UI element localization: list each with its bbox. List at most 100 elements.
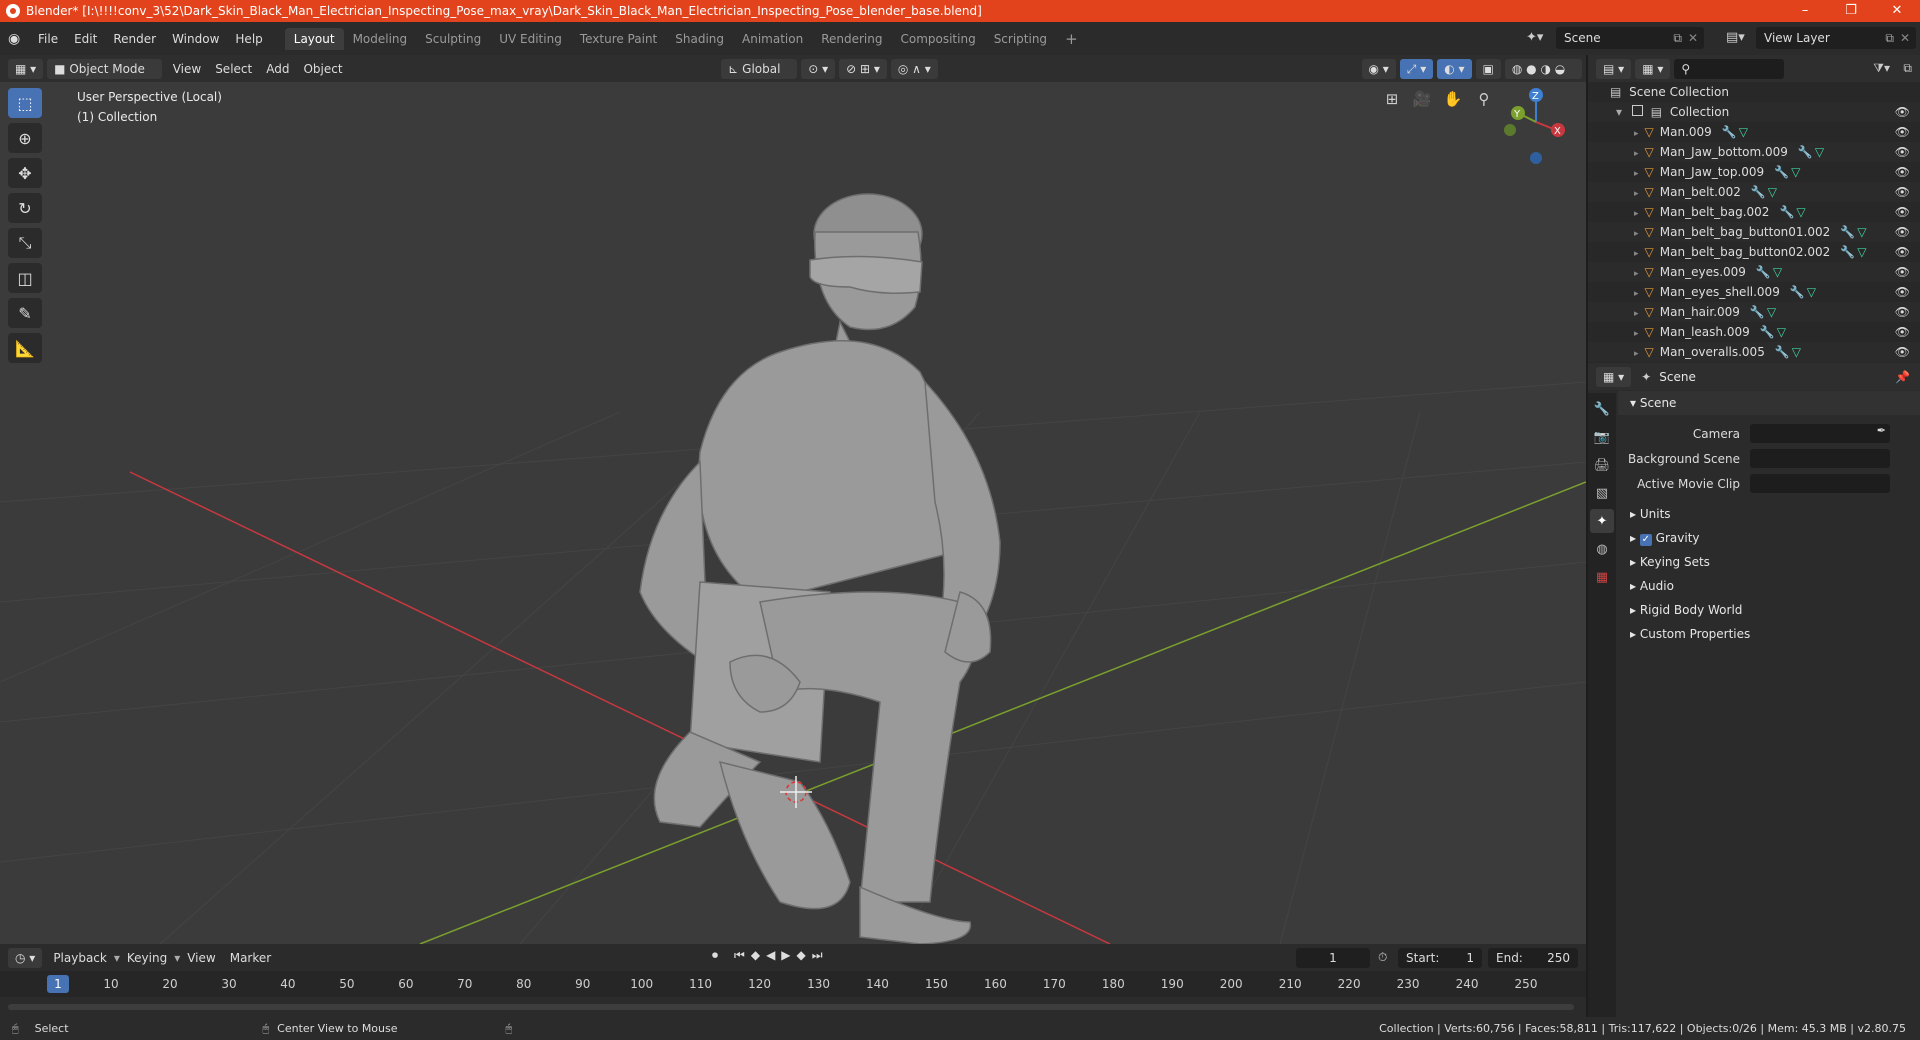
viewport-3d[interactable]: User Perspective (Local) (1) Collection …	[0, 82, 1586, 944]
timeline-editor-type[interactable]: ◷ ▾	[8, 947, 43, 968]
restore-button[interactable]: ❐	[1828, 0, 1874, 22]
modifier-wrench-icon[interactable]: 🔧	[1760, 325, 1775, 339]
camera-view-icon[interactable]: 🎥	[1409, 86, 1435, 112]
prev-keyframe-icon[interactable]: ◆	[751, 948, 760, 963]
outliner-item[interactable]: ▸ ▽ Man_Jaw_bottom.009 🔧 ▽ 👁	[1588, 142, 1920, 162]
rotate-tool-icon[interactable]: ↻	[8, 193, 42, 223]
gizmo-toggle[interactable]: ⤢ ▾	[1399, 58, 1434, 79]
frame-ruler[interactable]: 1 10 20 30 40 50 60 70 80 90 100 110 120 130 140 150 160…	[0, 971, 1586, 997]
menu-file[interactable]: File	[30, 28, 66, 50]
tab-sculpting[interactable]: Sculpting	[416, 28, 490, 50]
new-collection-icon[interactable]: ⧉	[1903, 61, 1912, 76]
menu-object[interactable]: Object	[296, 62, 349, 76]
expand-arrow-icon[interactable]: ▸	[1634, 149, 1639, 159]
scene-icon[interactable]: ✦▾	[1526, 30, 1543, 45]
expand-arrow-icon[interactable]: ▸	[1634, 129, 1639, 139]
mesh-data-icon[interactable]: ▽	[1857, 245, 1866, 259]
tab-layout[interactable]: Layout	[284, 27, 344, 50]
filter-icon[interactable]: ⧩▾	[1873, 61, 1890, 76]
tab-texture-paint[interactable]: Texture Paint	[571, 28, 666, 50]
pivot-selector[interactable]: ⊙ ▾	[801, 58, 836, 79]
mesh-data-icon[interactable]: ▽	[1739, 125, 1748, 139]
menu-keying[interactable]: Keying	[120, 951, 174, 965]
menu-help[interactable]: Help	[227, 28, 270, 50]
select-box-tool-icon[interactable]: ⬚	[8, 88, 42, 118]
tab-shading[interactable]: Shading	[666, 28, 733, 50]
visibility-eye-icon[interactable]: 👁	[1895, 302, 1910, 322]
minimize-button[interactable]: –	[1782, 0, 1828, 22]
mesh-data-icon[interactable]: ▽	[1796, 205, 1805, 219]
end-frame-field[interactable]: End: 250	[1488, 948, 1578, 968]
xray-toggle[interactable]: ▣	[1475, 58, 1501, 79]
gravity-checkbox[interactable]: ✓	[1639, 534, 1652, 546]
menu-render[interactable]: Render	[105, 28, 164, 50]
texture-tab-icon[interactable]: ▦	[1590, 565, 1614, 589]
collection-checkbox[interactable]	[1631, 105, 1643, 116]
close-button[interactable]: ✕	[1874, 0, 1920, 22]
outliner-item[interactable]: ▸ ▽ Man_belt_bag_button02.002 🔧 ▽ 👁	[1588, 242, 1920, 262]
mesh-data-icon[interactable]: ▽	[1815, 145, 1824, 159]
menu-view[interactable]: View	[166, 62, 208, 76]
next-keyframe-icon[interactable]: ◆	[797, 948, 806, 963]
tab-modeling[interactable]: Modeling	[344, 28, 417, 50]
modifier-wrench-icon[interactable]: 🔧	[1779, 205, 1794, 219]
menu-add[interactable]: Add	[259, 62, 296, 76]
expand-collection-icon[interactable]: ▾	[1616, 105, 1622, 119]
modifier-wrench-icon[interactable]: 🔧	[1775, 345, 1790, 359]
output-tab-icon[interactable]: 🖨	[1590, 453, 1614, 477]
expand-arrow-icon[interactable]: ▸	[1634, 249, 1639, 259]
modifier-wrench-icon[interactable]: 🔧	[1750, 305, 1765, 319]
tab-animation[interactable]: Animation	[733, 28, 812, 50]
orientation-selector[interactable]: ⊾ Global ▾	[721, 58, 798, 96]
outliner-item[interactable]: ▸ ▽ Man_overalls.005 🔧 ▽ 👁	[1588, 342, 1920, 362]
units-section[interactable]: ▸ Units	[1618, 502, 1920, 526]
scene-tab-icon[interactable]: ✦	[1590, 509, 1614, 533]
cursor-tool-icon[interactable]: ⊕	[8, 123, 42, 153]
tab-compositing[interactable]: Compositing	[891, 28, 984, 50]
jump-start-icon[interactable]: ⏮	[734, 948, 745, 963]
modifier-wrench-icon[interactable]: 🔧	[1751, 185, 1766, 199]
render-tab-icon[interactable]: 📷	[1590, 425, 1614, 449]
mesh-data-icon[interactable]: ▽	[1767, 305, 1776, 319]
modifier-wrench-icon[interactable]: 🔧	[1774, 165, 1789, 179]
expand-arrow-icon[interactable]: ▸	[1634, 209, 1639, 219]
shading-modes[interactable]: ◍ ● ◑ ◒ ▾	[1504, 58, 1582, 96]
eyedropper-icon[interactable]: ✒	[1877, 424, 1886, 437]
visibility-eye-icon[interactable]: 👁	[1895, 202, 1910, 222]
outliner-item[interactable]: ▸ ▽ Man_eyes.009 🔧 ▽ 👁	[1588, 262, 1920, 282]
expand-arrow-icon[interactable]: ▸	[1634, 349, 1639, 359]
outliner-item[interactable]: ▸ ▽ Man.009 🔧 ▽ 👁	[1588, 122, 1920, 142]
expand-arrow-icon[interactable]: ▸	[1634, 189, 1639, 199]
navigation-gizmo[interactable]: Z X Y	[1498, 84, 1578, 174]
proportional-edit-toggle[interactable]: ◎ ∧ ▾	[890, 58, 938, 79]
new-scene-icon[interactable]: ⧉	[1673, 31, 1682, 46]
camera-field[interactable]: ✒	[1750, 424, 1890, 443]
menu-marker[interactable]: Marker	[223, 951, 278, 965]
scale-tool-icon[interactable]: ⤡	[8, 228, 42, 258]
tab-uv-editing[interactable]: UV Editing	[490, 28, 571, 50]
modifier-wrench-icon[interactable]: 🔧	[1756, 265, 1771, 279]
remove-scene-icon[interactable]: ✕	[1688, 31, 1698, 45]
expand-arrow-icon[interactable]: ▸	[1634, 329, 1639, 339]
mesh-data-icon[interactable]: ▽	[1768, 185, 1777, 199]
keying-sets-section[interactable]: ▸ Keying Sets	[1618, 550, 1920, 574]
menu-window[interactable]: Window	[164, 28, 227, 50]
mesh-data-icon[interactable]: ▽	[1807, 285, 1816, 299]
rigid-body-world-section[interactable]: ▸ Rigid Body World	[1618, 598, 1920, 622]
outliner-item[interactable]: ▸ ▽ Man_Jaw_top.009 🔧 ▽ 👁	[1588, 162, 1920, 182]
pan-hand-icon[interactable]: ✋	[1440, 86, 1466, 112]
modifier-wrench-icon[interactable]: 🔧	[1798, 145, 1813, 159]
toggle-grid-icon[interactable]: ⊞	[1379, 86, 1405, 112]
custom-properties-section[interactable]: ▸ Custom Properties	[1618, 622, 1920, 646]
outliner-editor-type[interactable]: ▤ ▾	[1596, 58, 1632, 79]
mesh-data-icon[interactable]: ▽	[1773, 265, 1782, 279]
stopwatch-icon[interactable]: ⏱	[1378, 950, 1387, 965]
scene-section-header[interactable]: ▾ Scene	[1618, 391, 1920, 415]
outliner-search-field[interactable]: ⚲	[1674, 58, 1785, 79]
play-icon[interactable]: ▶	[781, 948, 790, 963]
pin-icon[interactable]: 📌	[1895, 370, 1910, 384]
scene-selector[interactable]: Scene ⧉ ✕	[1556, 27, 1704, 49]
collection-row[interactable]: ▾ ▤ Collection 👁	[1588, 102, 1920, 122]
play-reverse-icon[interactable]: ◀	[766, 948, 775, 963]
modifier-wrench-icon[interactable]: 🔧	[1722, 125, 1737, 139]
